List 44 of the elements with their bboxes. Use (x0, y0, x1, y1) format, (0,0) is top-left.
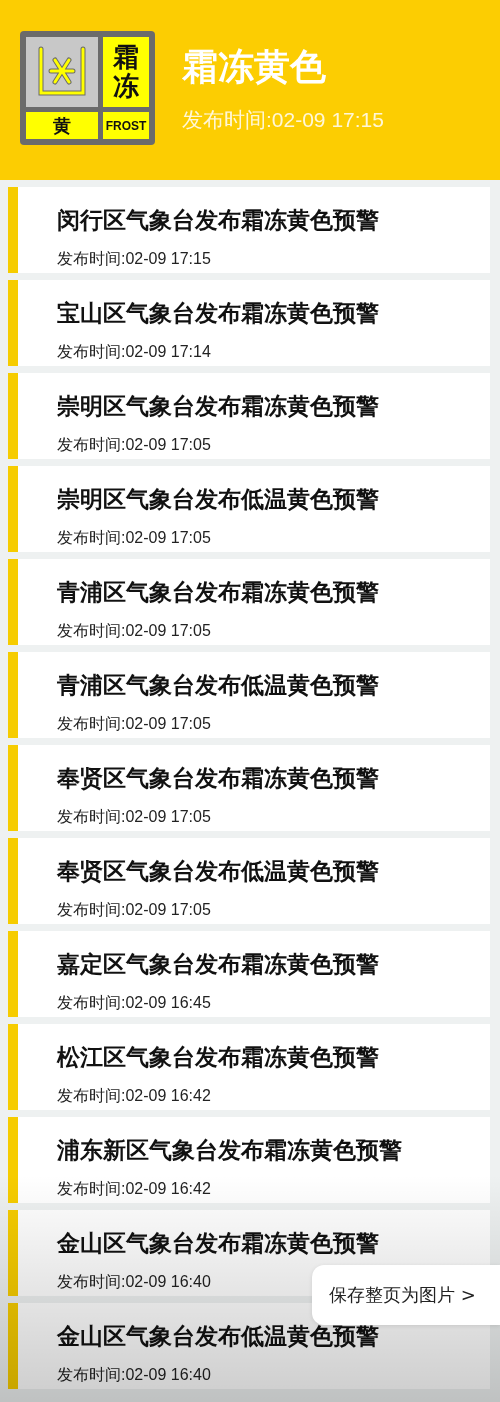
alert-time: 发布时间:02-09 17:05 (57, 528, 212, 548)
badge-level: 黄 (26, 112, 98, 139)
alert-title: 崇明区气象台发布低温黄色预警 (57, 485, 380, 514)
alert-time: 发布时间:02-09 17:05 (57, 807, 212, 827)
alert-title: 青浦区气象台发布低温黄色预警 (57, 671, 380, 700)
alert-title: 奉贤区气象台发布低温黄色预警 (57, 857, 380, 886)
alert-time: 发布时间:02-09 16:40 (57, 1272, 212, 1292)
badge-name: 霜冻 (113, 43, 139, 101)
alert-title: 金山区气象台发布霜冻黄色预警 (57, 1229, 380, 1258)
alert-card[interactable]: 奉贤区气象台发布低温黄色预警 发布时间:02-09 17:05 (8, 838, 490, 924)
alert-time: 发布时间:02-09 17:05 (57, 435, 212, 455)
alert-time: 发布时间:02-09 16:42 (57, 1179, 212, 1199)
alert-title: 闵行区气象台发布霜冻黄色预警 (57, 206, 380, 235)
alert-title: 青浦区气象台发布霜冻黄色预警 (57, 578, 380, 607)
alert-time: 发布时间:02-09 17:05 (57, 621, 212, 641)
alert-time: 发布时间:02-09 17:15 (57, 249, 212, 269)
alert-title: 松江区气象台发布霜冻黄色预警 (57, 1043, 380, 1072)
alert-title: 金山区气象台发布低温黄色预警 (57, 1322, 380, 1351)
alert-card[interactable]: 金山区气象台发布低温黄色预警 发布时间:02-09 16:40 (8, 1303, 490, 1389)
alert-card[interactable]: 闵行区气象台发布霜冻黄色预警 发布时间:02-09 17:15 (8, 187, 490, 273)
alert-title: 宝山区气象台发布霜冻黄色预警 (57, 299, 380, 328)
alert-card[interactable]: 松江区气象台发布霜冻黄色预警 发布时间:02-09 16:42 (8, 1024, 490, 1110)
alert-card[interactable]: 青浦区气象台发布霜冻黄色预警 发布时间:02-09 17:05 (8, 559, 490, 645)
alert-title: 崇明区气象台发布霜冻黄色预警 (57, 392, 380, 421)
alert-title: 嘉定区气象台发布霜冻黄色预警 (57, 950, 380, 979)
alert-card[interactable]: 崇明区气象台发布霜冻黄色预警 发布时间:02-09 17:05 (8, 373, 490, 459)
alert-title: 浦东新区气象台发布霜冻黄色预警 (57, 1136, 403, 1165)
alert-time: 发布时间:02-09 17:14 (57, 342, 212, 362)
publish-time: 发布时间:02-09 17:15 (182, 106, 384, 133)
alert-card[interactable]: 崇明区气象台发布低温黄色预警 发布时间:02-09 17:05 (8, 466, 490, 552)
alert-card[interactable]: 奉贤区气象台发布霜冻黄色预警 发布时间:02-09 17:05 (8, 745, 490, 831)
alert-card[interactable]: 青浦区气象台发布低温黄色预警 发布时间:02-09 17:05 (8, 652, 490, 738)
warning-title: 霜冻黄色 (182, 44, 327, 89)
alert-card[interactable]: 浦东新区气象台发布霜冻黄色预警 发布时间:02-09 16:42 (8, 1117, 490, 1203)
alert-card[interactable]: 宝山区气象台发布霜冻黄色预警 发布时间:02-09 17:14 (8, 280, 490, 366)
alert-title: 奉贤区气象台发布霜冻黄色预警 (57, 764, 380, 793)
badge-english: FROST (103, 112, 149, 139)
alert-time: 发布时间:02-09 16:40 (57, 1365, 212, 1385)
alert-time: 发布时间:02-09 17:05 (57, 900, 212, 920)
alert-time: 发布时间:02-09 16:42 (57, 1086, 212, 1106)
alert-time: 发布时间:02-09 16:45 (57, 993, 212, 1013)
alert-card[interactable]: 嘉定区气象台发布霜冻黄色预警 发布时间:02-09 16:45 (8, 931, 490, 1017)
save-page-as-image-button[interactable]: 保存整页为图片 > (312, 1265, 500, 1325)
alert-time: 发布时间:02-09 17:05 (57, 714, 212, 734)
